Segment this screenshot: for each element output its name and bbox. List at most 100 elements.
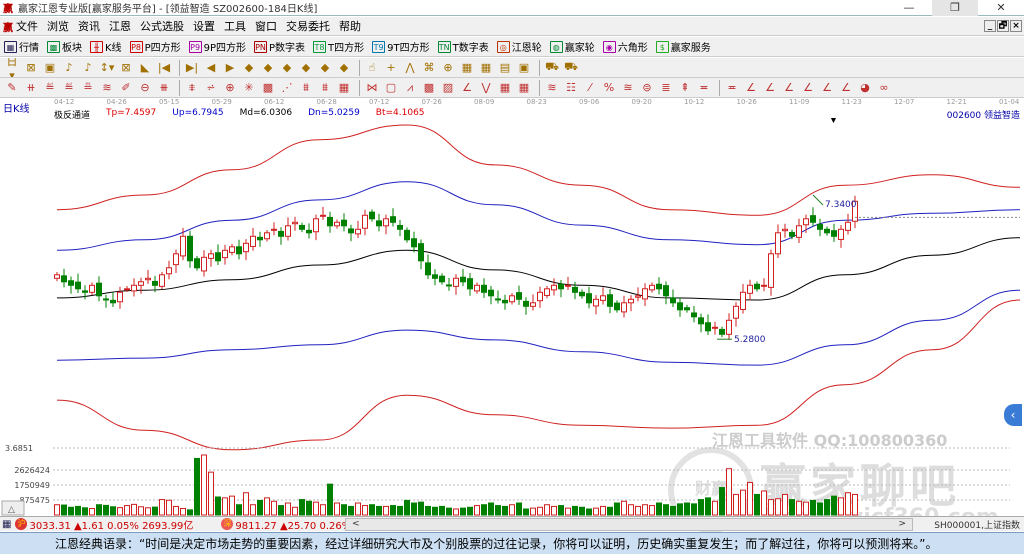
menu-item-5[interactable]: 设置: [193, 18, 215, 34]
toolbar-button-12[interactable]: $ 赢家服务: [655, 39, 711, 54]
tool-icon[interactable]: ▩: [260, 81, 276, 94]
tool-icon[interactable]: ∠: [762, 81, 778, 94]
tool-icon[interactable]: ≝: [42, 81, 58, 94]
toolbar-button-1[interactable]: ▩ 板块: [47, 39, 82, 54]
toolbar-button-7[interactable]: T9 9T四方形: [372, 39, 430, 54]
tool-icon[interactable]: ◆: [336, 61, 352, 74]
tool-icon[interactable]: ▦: [478, 61, 494, 74]
menu-item-8[interactable]: 交易委托: [286, 18, 330, 34]
tool-icon[interactable]: ▶: [222, 61, 238, 74]
tool-icon[interactable]: ∠: [459, 81, 475, 94]
menu-item-4[interactable]: 公式选股: [140, 18, 184, 34]
tool-icon[interactable]: ◆: [279, 61, 295, 74]
scroll-left-button[interactable]: <: [352, 519, 360, 529]
tool-icon[interactable]: ≖: [724, 81, 740, 94]
tool-icon[interactable]: ⧺: [23, 81, 39, 94]
tool-icon[interactable]: ⛟: [563, 60, 579, 75]
tool-icon[interactable]: ≣: [658, 81, 674, 94]
tool-icon[interactable]: ◕: [857, 81, 873, 94]
tool-icon[interactable]: ◣: [137, 61, 153, 74]
tool-icon[interactable]: ✐: [118, 81, 134, 94]
tool-icon[interactable]: ⊕: [440, 61, 456, 74]
toolbar-button-3[interactable]: P8 P四方形: [129, 39, 181, 54]
tool-icon[interactable]: ∞: [876, 81, 892, 94]
tool-icon[interactable]: ☝: [364, 61, 380, 74]
tool-icon[interactable]: ▦: [497, 81, 513, 94]
tool-icon[interactable]: ◀: [203, 61, 219, 74]
tool-icon[interactable]: ⧻: [156, 81, 172, 94]
mdi-restore-button[interactable]: 🗗: [997, 20, 1009, 32]
toolbar-button-0[interactable]: ▦ 行情: [4, 39, 39, 54]
tool-icon[interactable]: ≖: [696, 81, 712, 94]
toolbar-button-4[interactable]: P9 9P四方形: [188, 39, 246, 54]
tool-icon[interactable]: +: [383, 61, 399, 74]
tool-icon[interactable]: ∠: [819, 81, 835, 94]
toolbar-button-11[interactable]: ◉ 六角形: [602, 39, 648, 54]
tool-icon[interactable]: |◀: [156, 61, 172, 74]
tool-icon[interactable]: ⊖: [137, 81, 153, 94]
tool-icon[interactable]: ♪: [80, 61, 96, 74]
tool-icon[interactable]: ⇞: [677, 81, 693, 94]
tool-icon[interactable]: ▢: [383, 81, 399, 94]
tool-icon[interactable]: ▩: [421, 81, 437, 94]
kline-chart[interactable]: 7.34005.28003.685126264241750949875475△▼: [0, 118, 1024, 516]
tool-icon[interactable]: %: [601, 81, 617, 94]
tool-icon[interactable]: ≊: [620, 81, 636, 94]
tool-icon[interactable]: ⋀: [402, 61, 418, 74]
tool-icon[interactable]: ◆: [241, 61, 257, 74]
tool-icon[interactable]: ⊠: [23, 61, 39, 74]
tool-icon[interactable]: ∠: [838, 81, 854, 94]
tool-icon[interactable]: ⊜: [639, 81, 655, 94]
mdi-minimize-button[interactable]: _: [984, 20, 996, 32]
tool-icon[interactable]: ⩨: [184, 81, 200, 95]
tool-icon[interactable]: ✳: [241, 81, 257, 94]
scroll-right-button[interactable]: >: [898, 519, 906, 529]
tool-icon[interactable]: ⁄: [582, 81, 598, 94]
tool-icon[interactable]: ▦: [459, 61, 475, 74]
tool-icon[interactable]: ▦: [336, 81, 352, 94]
menu-item-0[interactable]: 文件: [16, 18, 38, 34]
toolbar-button-9[interactable]: ◎ 江恩轮: [496, 39, 542, 54]
close-button[interactable]: ✕: [978, 0, 1024, 16]
tool-icon[interactable]: ▣: [516, 61, 532, 74]
toolbar-button-5[interactable]: PN P数字表: [254, 39, 305, 54]
tool-icon[interactable]: ≋: [99, 81, 115, 94]
menu-item-9[interactable]: 帮助: [339, 18, 361, 34]
tool-icon[interactable]: ♪: [61, 61, 77, 74]
tool-icon[interactable]: ⋁: [478, 81, 494, 94]
mdi-close-button[interactable]: ×: [1010, 20, 1022, 32]
maximize-button[interactable]: ❐: [932, 0, 978, 16]
menu-item-6[interactable]: 工具: [224, 18, 246, 34]
toolbar-button-8[interactable]: TN T数字表: [437, 39, 489, 54]
tool-icon[interactable]: ▶|: [184, 61, 200, 74]
tool-icon[interactable]: ⊕: [222, 81, 238, 94]
tool-icon[interactable]: ▨: [440, 81, 456, 94]
horizontal-scrollbar[interactable]: < >: [345, 518, 913, 531]
tool-icon[interactable]: ∠: [743, 81, 759, 94]
tool-icon[interactable]: ⩘: [402, 81, 418, 95]
tool-icon[interactable]: ⋰: [279, 81, 295, 94]
tool-icon[interactable]: ◆: [317, 61, 333, 74]
sh-index-quote[interactable]: 3033.31 ▲1.61 0.05% 2693.99亿: [29, 517, 193, 532]
tool-icon[interactable]: ☷: [563, 81, 579, 94]
menu-item-3[interactable]: 江恩: [109, 18, 131, 34]
tool-icon[interactable]: ▤: [497, 61, 513, 74]
tool-icon[interactable]: ⊠: [118, 61, 134, 74]
tool-icon[interactable]: ⩫: [203, 81, 219, 94]
tool-icon[interactable]: ∠: [800, 81, 816, 94]
tool-icon[interactable]: ⩩: [317, 81, 333, 95]
toolbar-button-2[interactable]: ╫ K线: [90, 39, 122, 54]
side-panel-toggle[interactable]: ‹: [1004, 404, 1022, 426]
minimize-button[interactable]: —: [886, 0, 932, 16]
tool-icon[interactable]: ≋: [544, 81, 560, 94]
toolbar-button-6[interactable]: T8 T四方形: [313, 39, 364, 54]
tool-icon[interactable]: ∠: [781, 81, 797, 94]
current-index[interactable]: SH000001,上证指数: [934, 518, 1020, 531]
tool-icon[interactable]: ⋈: [364, 81, 380, 94]
toolbar-button-10[interactable]: ◍ 赢家轮: [549, 39, 595, 54]
period-label[interactable]: 日K线: [3, 100, 30, 115]
tool-icon[interactable]: ⌘: [421, 61, 437, 74]
tool-icon[interactable]: ↕▾: [99, 61, 115, 74]
menu-item-1[interactable]: 浏览: [47, 18, 69, 34]
menu-item-7[interactable]: 窗口: [255, 18, 277, 34]
